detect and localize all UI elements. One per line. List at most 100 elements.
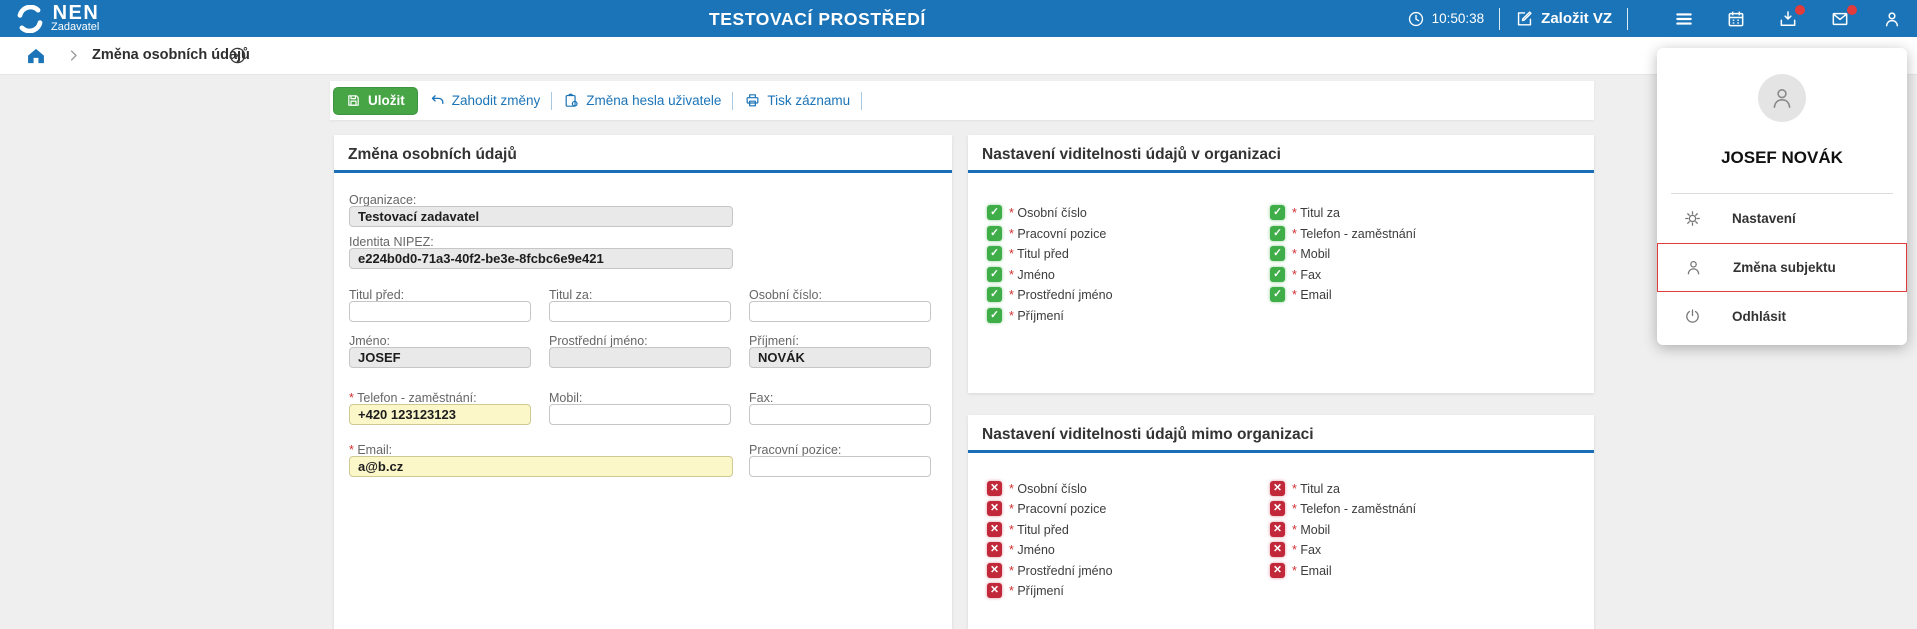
visibility-item[interactable]: Prostřední jméno: [987, 563, 1113, 578]
checkbox-checked-icon[interactable]: [1270, 287, 1285, 302]
visibility-item[interactable]: Pracovní pozice: [987, 226, 1106, 241]
checkbox-unchecked-icon[interactable]: [1270, 522, 1285, 537]
checkbox-unchecked-icon[interactable]: [987, 583, 1002, 598]
printer-icon: [746, 94, 759, 107]
power-icon: [1686, 309, 1699, 323]
visibility-item[interactable]: Příjmení: [987, 308, 1064, 323]
personal-data-panel: Změna osobních údajů Organizace: Identit…: [334, 135, 952, 629]
topbar-divider: [1627, 7, 1628, 30]
checkbox-checked-icon[interactable]: [1270, 205, 1285, 220]
downloads-icon[interactable]: [1777, 4, 1805, 30]
organization-field: [349, 206, 733, 227]
checkbox-checked-icon[interactable]: [987, 246, 1002, 261]
visibility-item[interactable]: Mobil: [1270, 246, 1330, 261]
nipez-identity-field: [349, 248, 733, 269]
clock-time: 10:50:38: [1431, 11, 1485, 26]
brand-name: NEN: [52, 2, 100, 24]
mobile-label: Mobil:: [549, 391, 583, 405]
gear-icon: [1685, 211, 1700, 226]
phone-work-field[interactable]: [349, 404, 531, 425]
toolbar-divider: [861, 91, 863, 110]
checkbox-checked-icon[interactable]: [987, 205, 1002, 220]
checkbox-checked-icon[interactable]: [987, 226, 1002, 241]
visibility-item[interactable]: Mobil: [1270, 522, 1330, 537]
checkbox-unchecked-icon[interactable]: [987, 563, 1002, 578]
checkbox-checked-icon[interactable]: [1270, 246, 1285, 261]
save-button[interactable]: Uložit: [333, 86, 418, 115]
discard-changes-button[interactable]: Zahodit změny: [429, 92, 540, 109]
email-field[interactable]: [349, 456, 733, 477]
checkbox-unchecked-icon[interactable]: [987, 481, 1002, 496]
visibility-item[interactable]: Titul před: [987, 522, 1069, 537]
person-icon: [1687, 261, 1700, 275]
nen-logo[interactable]: NEN Zadavatel: [16, 2, 100, 33]
change-password-button[interactable]: Změna hesla uživatele: [563, 92, 721, 109]
environment-title: TESTOVACÍ PROSTŘEDÍ: [709, 9, 926, 29]
checkbox-checked-icon[interactable]: [987, 287, 1002, 302]
mobile-field[interactable]: [549, 404, 731, 425]
job-position-field[interactable]: [749, 456, 931, 477]
fax-field[interactable]: [749, 404, 931, 425]
brand-subtitle: Zadavatel: [51, 21, 100, 33]
create-contract-button[interactable]: Založit VZ: [1515, 9, 1612, 28]
phone-work-label: Telefon - zaměstnání:: [349, 391, 477, 405]
checkbox-unchecked-icon[interactable]: [987, 501, 1002, 516]
change-subject-label: Změna subjektu: [1733, 260, 1836, 275]
checkbox-unchecked-icon[interactable]: [987, 542, 1002, 557]
checkbox-checked-icon[interactable]: [1270, 267, 1285, 282]
checkbox-unchecked-icon[interactable]: [1270, 563, 1285, 578]
active-tab-label[interactable]: Změna osobních údajů: [92, 47, 250, 63]
job-position-label: Pracovní pozice:: [749, 443, 842, 457]
calendar-icon[interactable]: [1725, 8, 1747, 30]
visibility-item[interactable]: Jméno: [987, 267, 1055, 282]
user-icon[interactable]: [1881, 8, 1903, 30]
save-floppy-icon: [348, 95, 359, 106]
visibility-item[interactable]: Titul za: [1270, 481, 1340, 496]
visibility-outside-org-panel: Nastavení viditelnosti údajů mimo organi…: [968, 415, 1594, 629]
checkbox-checked-icon[interactable]: [1270, 226, 1285, 241]
visibility-item[interactable]: Email: [1270, 563, 1332, 578]
checkbox-checked-icon[interactable]: [987, 267, 1002, 282]
clock-icon: [1408, 11, 1423, 26]
menu-icon[interactable]: [1673, 8, 1695, 30]
visibility-item[interactable]: Fax: [1270, 542, 1321, 557]
print-record-label: Tisk záznamu: [767, 93, 851, 108]
title-after-field[interactable]: [549, 301, 731, 322]
breadcrumb: Změna osobních údajů: [0, 37, 1917, 75]
settings-label: Nastavení: [1732, 211, 1796, 226]
checkbox-unchecked-icon[interactable]: [987, 522, 1002, 537]
visibility-item[interactable]: Osobní číslo: [987, 205, 1087, 220]
visibility-item[interactable]: Osobní číslo: [987, 481, 1087, 496]
visibility-item[interactable]: Příjmení: [987, 583, 1064, 598]
checkbox-unchecked-icon[interactable]: [1270, 542, 1285, 557]
visibility-item[interactable]: Telefon - zaměstnání: [1270, 501, 1416, 516]
clock: 10:50:38: [1407, 10, 1485, 28]
menu-item-change-subject[interactable]: Změna subjektu: [1657, 243, 1907, 292]
toolbar-divider: [732, 91, 734, 110]
checkbox-unchecked-icon[interactable]: [1270, 481, 1285, 496]
personal-number-field[interactable]: [749, 301, 931, 322]
menu-item-logout[interactable]: Odhlásit: [1657, 292, 1907, 341]
visibility-item[interactable]: Fax: [1270, 267, 1321, 282]
middle-name-field: [549, 347, 731, 368]
title-before-field[interactable]: [349, 301, 531, 322]
checkbox-unchecked-icon[interactable]: [1270, 501, 1285, 516]
visibility-item[interactable]: Prostřední jméno: [987, 287, 1113, 302]
checkbox-checked-icon[interactable]: [987, 308, 1002, 323]
visibility-item[interactable]: Pracovní pozice: [987, 501, 1106, 516]
visibility-item[interactable]: Titul před: [987, 246, 1069, 261]
last-name-field: [749, 347, 931, 368]
email-label: Email:: [349, 443, 392, 457]
visibility-item[interactable]: Jméno: [987, 542, 1055, 557]
visibility-item[interactable]: Telefon - zaměstnání: [1270, 226, 1416, 241]
close-tab-icon[interactable]: [228, 46, 247, 65]
visibility-item[interactable]: Titul za: [1270, 205, 1340, 220]
organization-label: Organizace:: [349, 193, 417, 207]
home-icon[interactable]: [26, 46, 46, 66]
toolbar-divider: [551, 91, 553, 110]
avatar-person-icon: [1773, 88, 1791, 109]
print-record-button[interactable]: Tisk záznamu: [744, 92, 850, 109]
messages-icon[interactable]: [1829, 4, 1857, 30]
visibility-item[interactable]: Email: [1270, 287, 1332, 302]
menu-item-settings[interactable]: Nastavení: [1657, 194, 1907, 243]
